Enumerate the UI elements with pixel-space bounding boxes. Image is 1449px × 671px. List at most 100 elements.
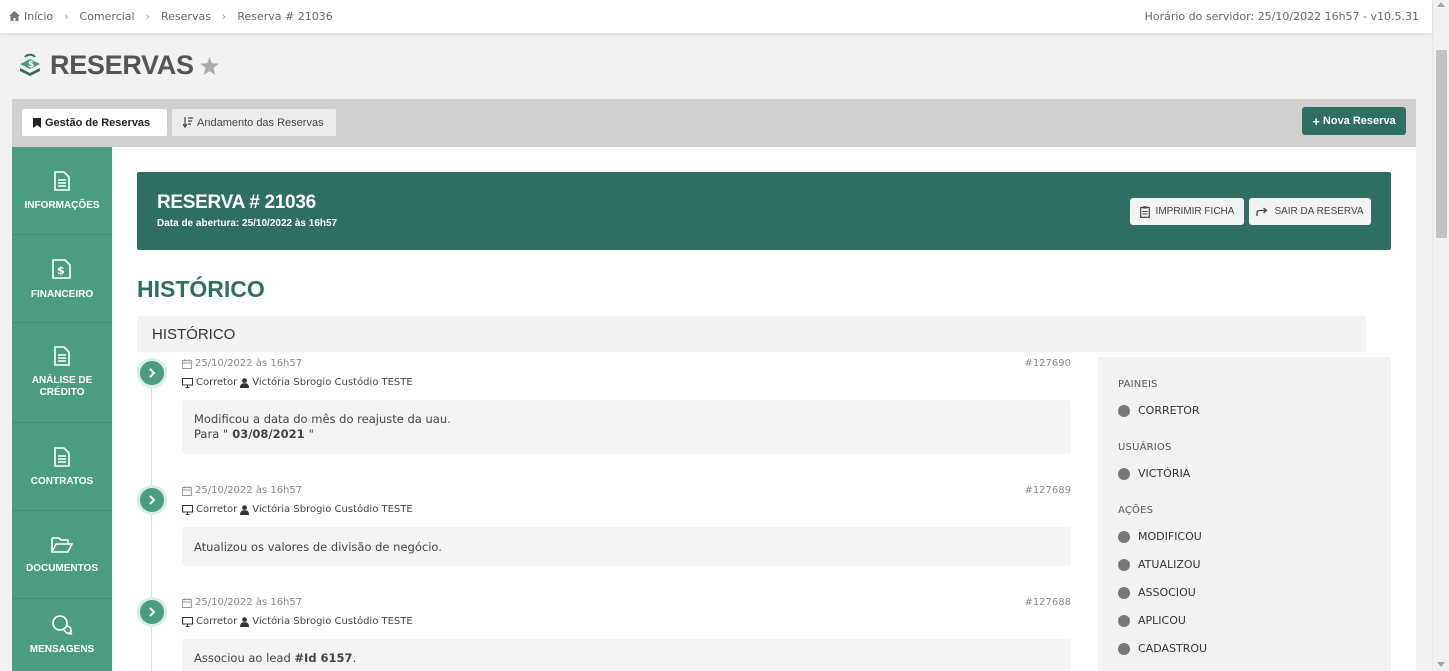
tab-andamento-das-reservas[interactable]: Andamento das Reservas (172, 109, 336, 136)
document-icon (54, 170, 70, 191)
entry-message-value: #Id 6157 (294, 651, 353, 665)
filter-item-label: ASSOCIOU (1138, 586, 1196, 599)
desktop-icon (182, 616, 193, 627)
breadcrumb-label: Início (24, 10, 54, 23)
document-icon (54, 446, 70, 467)
clipboard-icon (1139, 205, 1150, 218)
filter-item-victoria[interactable]: VICTÓRIA (1118, 467, 1190, 480)
filter-dot-icon (1118, 586, 1130, 599)
filter-item-cadastrou[interactable]: CADASTROU (1118, 642, 1207, 655)
money-document-icon: $ (52, 258, 71, 279)
entry-panel: Corretor (196, 616, 238, 627)
filter-item-associou[interactable]: ASSOCIOU (1118, 586, 1196, 599)
entry-user-name: Victória Sbrogio Custódio TESTE (252, 377, 413, 388)
calendar-icon (182, 485, 192, 496)
sair-da-reserva-label: SAIR DA RESERVA (1274, 206, 1364, 217)
historico-heading: HISTÓRICO (137, 276, 265, 302)
entry-date: 25/10/2022 às 16h57 (182, 597, 302, 608)
page-scrollbar[interactable] (1432, 0, 1449, 671)
page-header: $ RESERVAS (17, 50, 219, 81)
expand-entry-button[interactable] (137, 485, 167, 515)
sair-da-reserva-button[interactable]: SAIR DA RESERVA (1249, 198, 1371, 225)
sidebar-item-label: FINANCEIRO (30, 288, 94, 300)
breadcrumb-reservas[interactable]: Reservas (161, 10, 211, 23)
tabs-bar: Gestão de Reservas Andamento das Reserva… (12, 99, 1416, 147)
filter-item-corretor[interactable]: CORRETOR (1118, 404, 1200, 417)
share-arrow-icon (1256, 207, 1268, 216)
entry-user: Corretor Victória Sbrogio Custódio TESTE (182, 504, 413, 515)
favorite-star-icon[interactable] (199, 56, 219, 75)
entry-date-text: 25/10/2022 às 16h57 (195, 597, 303, 608)
plus-icon: + (1312, 113, 1320, 129)
chat-icon (52, 614, 73, 635)
filter-item-atualizou[interactable]: ATUALIZOU (1118, 558, 1201, 571)
sidebar-item-mensagens[interactable]: MENSAGENS (12, 599, 112, 671)
entry-date-text: 25/10/2022 às 16h57 (195, 485, 303, 496)
nova-reserva-button[interactable]: + Nova Reserva (1302, 107, 1406, 135)
breadcrumb-home[interactable]: Início (9, 10, 53, 23)
breadcrumb-current: Reserva # 21036 (237, 10, 333, 23)
reserva-title: RESERVA # 21036 (157, 192, 316, 213)
sidebar-item-contratos[interactable]: CONTRATOS (12, 423, 112, 511)
filter-item-label: CADASTROU (1138, 642, 1208, 655)
filter-item-label: ATUALIZOU (1138, 558, 1201, 571)
entry-message-suffix: . (352, 651, 357, 665)
money-stack-icon: $ (20, 53, 40, 76)
calendar-icon (182, 358, 192, 369)
filter-group-usuarios-label: USUÁRIOS (1118, 442, 1172, 453)
top-bar: Início › Comercial › Reservas › Reserva … (0, 0, 1432, 33)
entry-user: Corretor Victória Sbrogio Custódio TESTE (182, 616, 413, 627)
svg-text:$: $ (28, 60, 34, 70)
tab-gestao-de-reservas[interactable]: Gestão de Reservas (22, 109, 167, 136)
user-icon (240, 377, 250, 388)
reserva-opening-date: Data de abertura: 25/10/2022 às 16h57 (157, 218, 338, 229)
sidebar-item-label: MENSAGENS (29, 643, 95, 655)
sidebar-item-label: CONTRATOS (30, 475, 94, 487)
sidebar-item-informacoes[interactable]: INFORMAÇÕES (12, 147, 112, 235)
filter-dot-icon (1118, 404, 1130, 417)
entry-message-value: 03/08/2021 (228, 427, 309, 441)
historico-entry: 25/10/2022 às 16h57 #127688 Corretor Vic… (137, 597, 1071, 671)
filter-group-paineis-label: PAINEIS (1118, 379, 1158, 390)
main-panel: RESERVA # 21036 Data de abertura: 25/10/… (112, 147, 1416, 671)
folder-open-icon (51, 536, 73, 553)
filter-item-label: MODIFICOU (1138, 530, 1202, 543)
filter-dot-icon (1118, 614, 1130, 627)
sidebar-item-documentos[interactable]: DOCUMENTOS (12, 511, 112, 599)
breadcrumb: Início › Comercial › Reservas › Reserva … (9, 10, 333, 23)
filter-dot-icon (1118, 642, 1130, 655)
tab-label: Andamento das Reservas (197, 116, 324, 129)
scroll-up-arrow-icon[interactable] (1437, 2, 1445, 7)
expand-entry-button[interactable] (137, 597, 167, 627)
reserva-header: RESERVA # 21036 Data de abertura: 25/10/… (137, 172, 1391, 250)
filter-dot-icon (1118, 558, 1130, 571)
reserva-sidebar: INFORMAÇÕES $ FINANCEIRO ANÁLISE DE CRÉD… (12, 147, 112, 671)
scroll-down-arrow-icon[interactable] (1437, 662, 1445, 667)
chevron-right-icon: › (221, 10, 227, 23)
chevron-right-icon (149, 607, 156, 617)
bookmark-icon (33, 117, 41, 128)
entry-message-line: Atualizou os valores de divisão de negóc… (194, 539, 442, 554)
sidebar-item-analise-de-credito[interactable]: ANÁLISE DE CRÉDITO (12, 323, 112, 423)
sidebar-item-financeiro[interactable]: $ FINANCEIRO (12, 235, 112, 323)
scroll-thumb[interactable] (1436, 50, 1447, 238)
sidebar-item-label: INFORMAÇÕES (24, 199, 100, 211)
entry-panel: Corretor (196, 504, 238, 515)
tab-label: Gestão de Reservas (45, 116, 151, 129)
chevron-right-icon: › (64, 10, 69, 23)
expand-entry-button[interactable] (137, 358, 167, 388)
entry-message: Modificou a data do mês do reajuste da u… (182, 400, 1071, 454)
entry-user-name: Victória Sbrogio Custódio TESTE (252, 504, 413, 515)
entry-id: #127689 (1024, 485, 1071, 496)
entry-date: 25/10/2022 às 16h57 (182, 485, 302, 496)
imprimir-ficha-button[interactable]: IMPRIMIR FICHA (1130, 198, 1244, 225)
filter-item-aplicou[interactable]: APLICOU (1118, 614, 1186, 627)
chevron-right-icon: › (145, 10, 150, 23)
filter-item-modificou[interactable]: MODIFICOU (1118, 530, 1202, 543)
entry-message: Associou ao lead #Id 6157. (182, 639, 1071, 671)
historico-entry: 25/10/2022 às 16h57 #127689 Corretor Vic… (137, 485, 1071, 569)
breadcrumb-comercial[interactable]: Comercial (80, 10, 135, 23)
desktop-icon (182, 504, 193, 515)
entry-message-line: Modificou a data do mês do reajuste da u… (194, 412, 451, 426)
filter-dot-icon (1118, 467, 1130, 480)
